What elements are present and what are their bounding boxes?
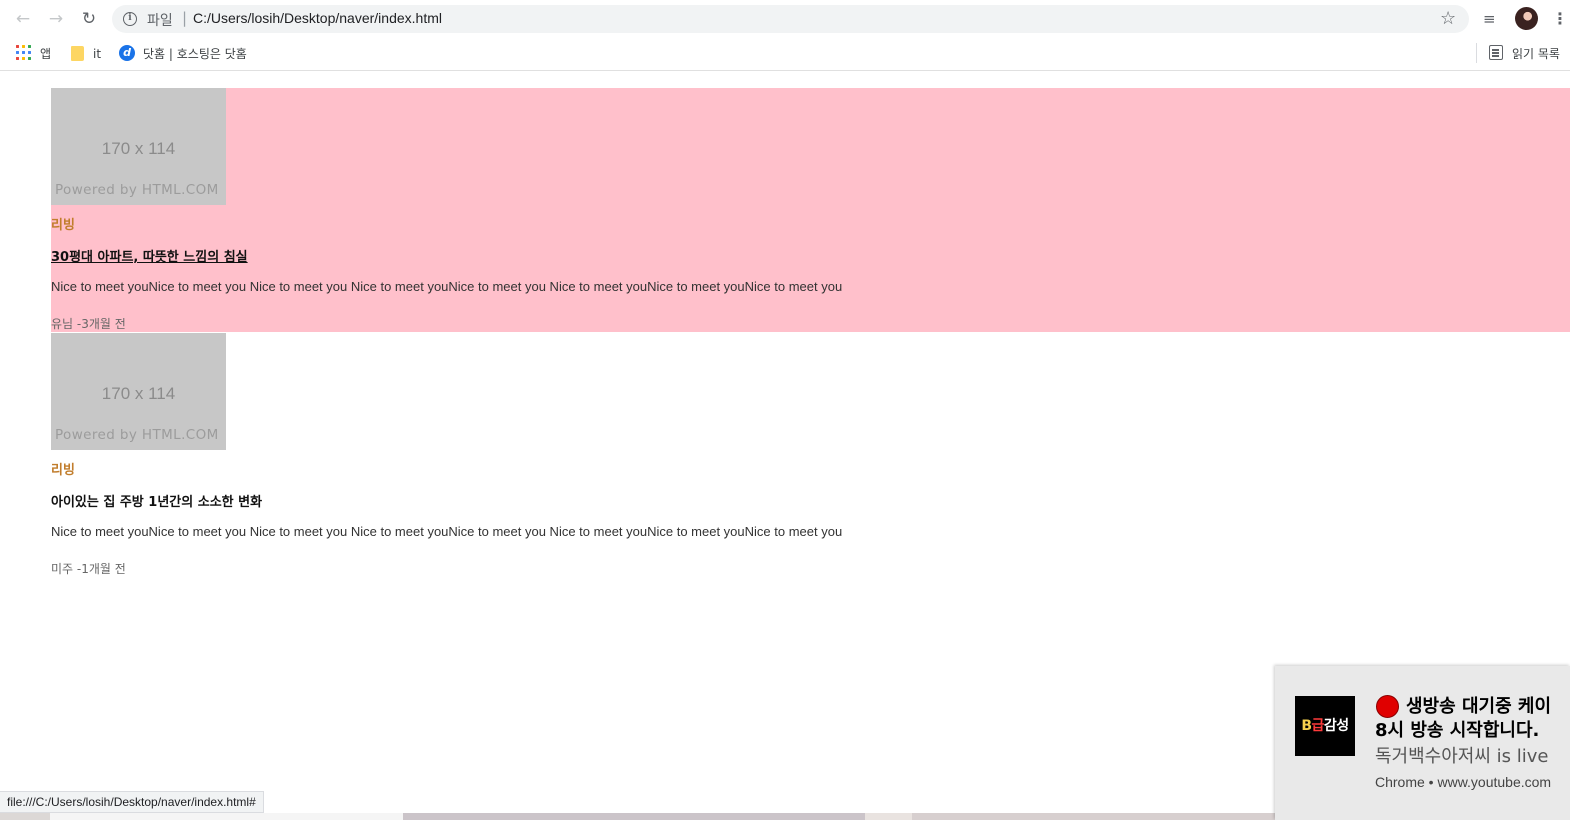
notification-body: 독거백수아저씨 is live (1375, 746, 1549, 767)
thumbnail-powered-label: Powered by HTML.COM (55, 182, 219, 198)
link-status-bar: file:///C:/Users/losih/Desktop/naver/ind… (0, 791, 264, 813)
reload-icon[interactable]: ↻ (77, 7, 101, 31)
url-scheme-label: 파일 (147, 13, 173, 29)
bookmarks-divider (1476, 43, 1477, 63)
article-card[interactable]: 170 x 114 Powered by HTML.COM 리빙 아이있는 집 … (51, 333, 1570, 577)
article-thumbnail[interactable]: 170 x 114 Powered by HTML.COM (51, 88, 226, 205)
taskbar-strip (0, 813, 1275, 820)
folder-icon[interactable] (71, 46, 84, 61)
article-meta: 유님 -3개월 전 (51, 317, 126, 331)
article-category: 리빙 (51, 463, 75, 478)
thumbnail-size-label: 170 x 114 (101, 384, 176, 403)
reading-list-button[interactable]: 읽기 목록 (1512, 43, 1560, 65)
menu-icon[interactable]: ⋮ (1552, 7, 1568, 31)
bookmark-dothome[interactable]: 닷홈 | 호스팅은 닷홈 (143, 43, 247, 65)
article-meta: 미주 -1개월 전 (51, 562, 126, 576)
live-dot-icon (1376, 695, 1399, 718)
info-icon[interactable]: i (123, 12, 137, 26)
forward-icon[interactable]: → (44, 7, 68, 31)
dothome-icon[interactable]: d (119, 45, 135, 61)
article-card[interactable]: 170 x 114 Powered by HTML.COM 리빙 30평대 아파… (51, 88, 1570, 332)
article-title-link[interactable]: 30평대 아파트, 따뜻한 느낌의 침실 (51, 246, 248, 265)
media-control-icon[interactable]: ≡ (1483, 7, 1496, 31)
article-thumbnail[interactable]: 170 x 114 Powered by HTML.COM (51, 333, 226, 450)
thumbnail-size-label: 170 x 114 (101, 139, 176, 158)
bookmark-folder-it[interactable]: it (93, 43, 101, 65)
article-category: 리빙 (51, 218, 75, 233)
star-icon[interactable]: ☆ (1440, 7, 1456, 31)
article-description: Nice to meet youNice to meet you Nice to… (51, 279, 843, 294)
browser-toolbar: ← → ↻ i 파일 | C:/Users/losih/Desktop/nave… (0, 0, 1570, 38)
notification-title-line2: 8시 방송 시작합니다. (1375, 720, 1540, 741)
profile-avatar[interactable] (1515, 7, 1538, 30)
address-bar[interactable]: i 파일 | C:/Users/losih/Desktop/naver/inde… (112, 5, 1469, 33)
url-text[interactable]: C:/Users/losih/Desktop/naver/index.html (193, 10, 442, 26)
notification-title: 생방송 대기중 케이 (1406, 696, 1552, 717)
reading-list-icon[interactable] (1489, 45, 1503, 60)
thumbnail-powered-label: Powered by HTML.COM (55, 427, 219, 443)
apps-grid-icon[interactable] (16, 45, 31, 60)
back-icon[interactable]: ← (11, 7, 35, 31)
article-title-link[interactable]: 아이있는 집 주방 1년간의 소소한 변화 (51, 491, 262, 510)
channel-logo: B급감성 (1295, 696, 1355, 756)
notification-source: Chrome • www.youtube.com (1375, 774, 1552, 790)
article-description: Nice to meet youNice to meet you Nice to… (51, 524, 843, 539)
bookmark-apps[interactable]: 앱 (40, 43, 51, 65)
url-separator: | (182, 9, 188, 27)
bookmarks-bar: 앱 it d 닷홈 | 호스팅은 닷홈 읽기 목록 (0, 38, 1570, 71)
live-notification[interactable]: B급감성 생방송 대기중 케이 8시 방송 시작합니다. 독거백수아저씨 is … (1275, 666, 1570, 820)
